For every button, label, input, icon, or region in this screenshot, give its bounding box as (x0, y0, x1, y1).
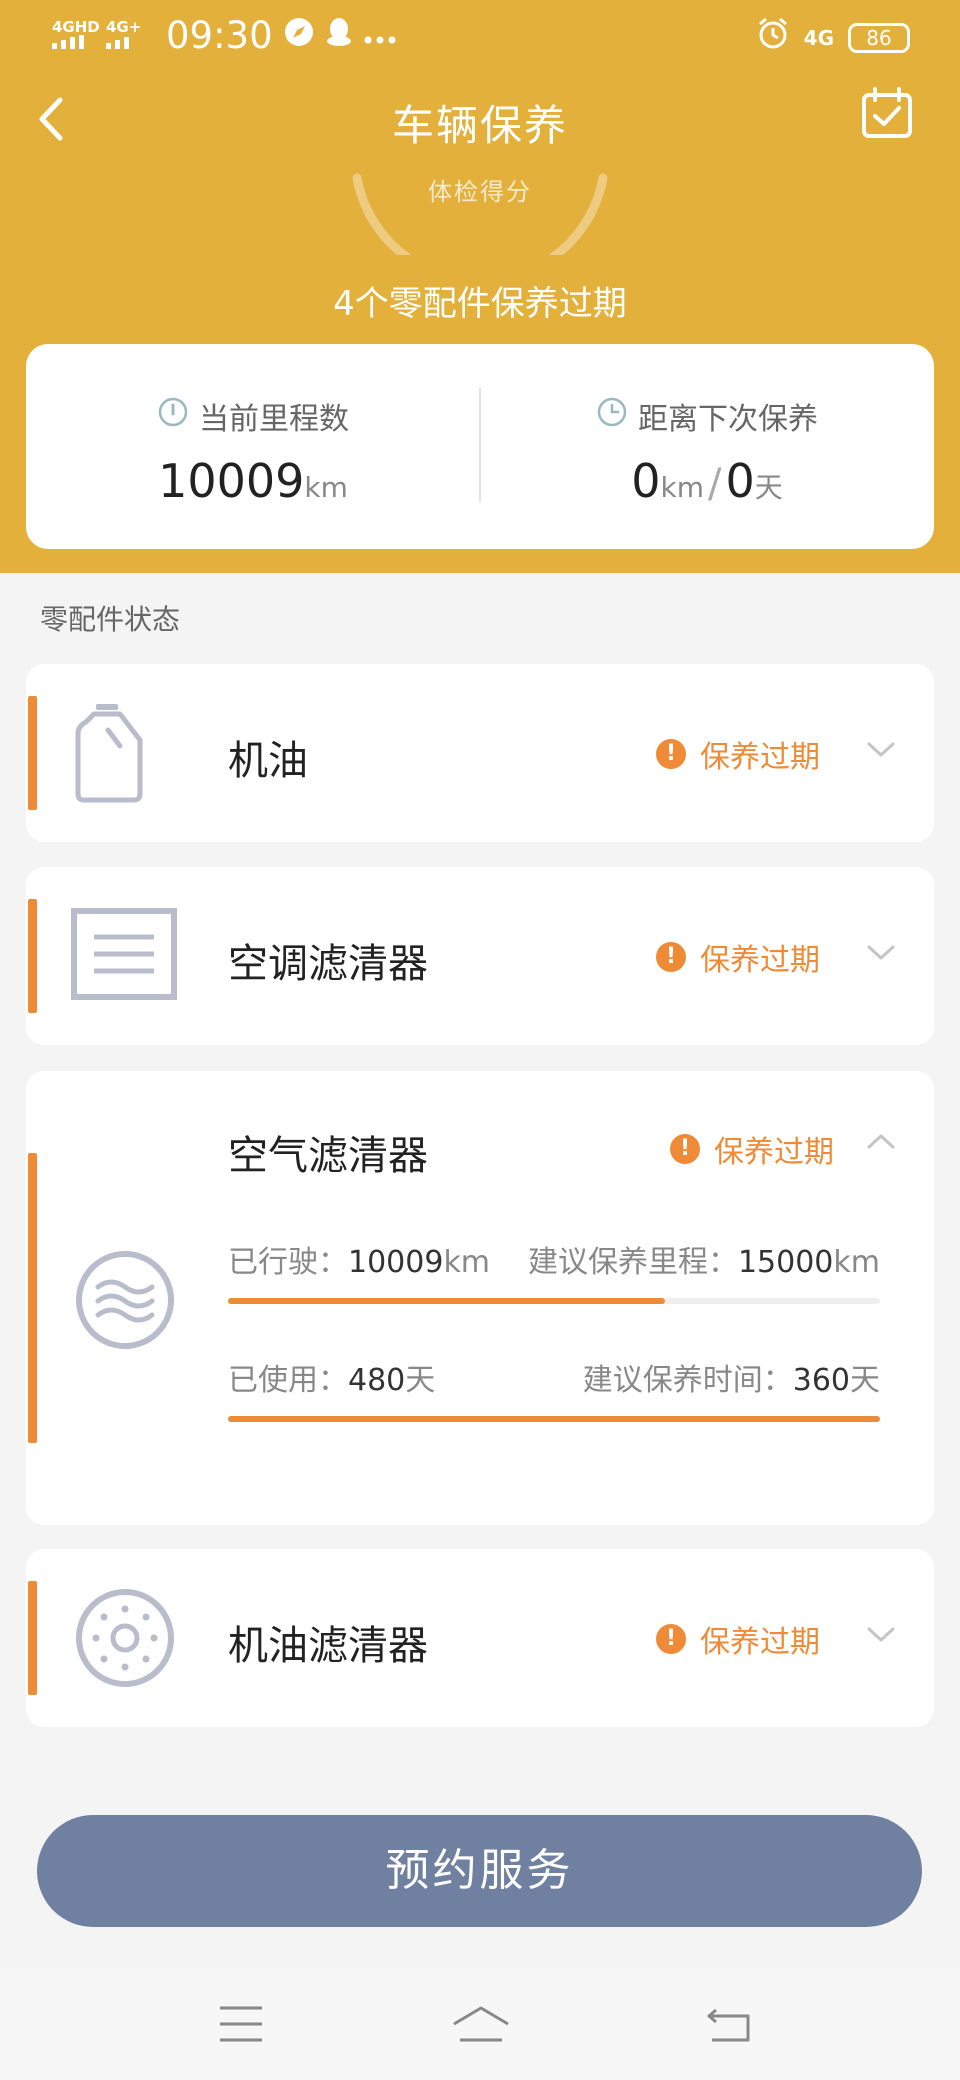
chevron-down-icon[interactable] (866, 943, 896, 963)
suggested-mileage: 建议保养里程：15000km (527, 1245, 880, 1280)
time-progress-track (228, 1416, 880, 1422)
book-service-button[interactable]: 预约服务 (37, 1815, 922, 1927)
part-card-oil[interactable]: 机油 ! 保养过期 (26, 664, 934, 842)
part-name: 空气滤清器 (228, 1133, 428, 1179)
mileage-detail-row: 已行驶：10009km 建议保养里程：15000km (228, 1237, 880, 1281)
warning-icon: ! (656, 739, 686, 769)
part-status: ! 保养过期 (656, 935, 820, 979)
gauge-label: 体检得分 (428, 178, 532, 206)
section-label: 零配件状态 (40, 603, 181, 636)
status-accent-bar (28, 899, 37, 1013)
air-filter-icon (74, 1249, 176, 1355)
status-bar: 4GHD 4G+ 09:30 4G 86 (0, 0, 960, 75)
battery-indicator: 86 (848, 22, 910, 53)
next-maintenance: 距离下次保养 0km/0天 (480, 394, 934, 508)
overdue-summary: 4个零配件保养过期 (333, 284, 627, 324)
oil-bottle-icon (70, 700, 150, 808)
next-days-unit: 天 (754, 471, 783, 504)
chevron-down-icon[interactable] (866, 1625, 896, 1645)
system-nav-bar (0, 1968, 960, 2080)
part-status: ! 保养过期 (656, 1617, 820, 1661)
signal-indicator-2: 4G+ (106, 19, 150, 52)
more-notifications-icon (363, 18, 397, 53)
next-km-unit: km (660, 471, 705, 504)
mileage-progress-fill (228, 1298, 665, 1304)
status-label: 保养过期 (714, 1135, 834, 1170)
clock-icon (596, 396, 628, 436)
mileage-value: 10009 (158, 454, 305, 508)
part-card-oil-filter[interactable]: 机油滤清器 ! 保养过期 (26, 1549, 934, 1727)
suggested-time: 建议保养时间：360天 (582, 1363, 880, 1398)
warning-icon: ! (656, 1624, 686, 1654)
part-status: ! 保养过期 (670, 1127, 834, 1171)
status-accent-bar (28, 1581, 37, 1695)
chevron-down-icon[interactable] (866, 740, 896, 760)
current-mileage: 当前里程数 10009km (26, 394, 480, 508)
oil-filter-icon (74, 1587, 176, 1693)
status-accent-bar (28, 696, 37, 810)
part-status: ! 保养过期 (656, 732, 820, 776)
part-card-air-filter[interactable]: 空气滤清器 ! 保养过期 已行驶：10009km 建议保养里程：15000km … (26, 1071, 934, 1525)
part-card-ac-filter[interactable]: 空调滤清器 ! 保养过期 (26, 867, 934, 1045)
status-time: 09:30 (166, 14, 273, 57)
status-accent-bar (28, 1153, 37, 1443)
next-km-value: 0 (631, 454, 661, 508)
status-label: 保养过期 (700, 1625, 820, 1660)
next-label: 距离下次保养 (638, 402, 818, 437)
part-name: 空调滤清器 (228, 941, 428, 987)
used-time: 已使用：480天 (228, 1363, 436, 1398)
menu-icon[interactable] (218, 2004, 264, 2044)
mileage-progress-track (228, 1298, 880, 1304)
gauge-icon (157, 396, 189, 436)
signal-indicator-1: 4GHD (52, 19, 100, 52)
warning-icon: ! (670, 1134, 700, 1164)
ac-filter-icon (70, 907, 178, 1005)
time-detail-row: 已使用：480天 建议保养时间：360天 (228, 1355, 880, 1399)
next-days-value: 0 (725, 454, 755, 508)
mileage-unit: km (304, 471, 348, 504)
part-name: 机油滤清器 (228, 1623, 428, 1669)
alarm-icon (756, 16, 790, 59)
mileage-stats-card: 当前里程数 10009km 距离下次保养 0km/0天 (26, 344, 934, 549)
compass-icon (283, 16, 315, 56)
home-icon[interactable] (450, 2004, 512, 2044)
status-label: 保养过期 (700, 943, 820, 978)
network-type: 4G (803, 25, 834, 50)
time-progress-fill (228, 1416, 880, 1422)
part-name: 机油 (228, 738, 308, 784)
warning-icon: ! (656, 942, 686, 972)
return-icon[interactable] (706, 2004, 754, 2044)
driven-distance: 已行驶：10009km (228, 1245, 491, 1280)
qq-penguin-icon (325, 16, 353, 56)
mileage-label: 当前里程数 (199, 402, 349, 437)
chevron-up-icon[interactable] (866, 1131, 896, 1151)
calendar-check-icon[interactable] (860, 86, 914, 140)
separator-slash: / (708, 461, 722, 507)
status-label: 保养过期 (700, 740, 820, 775)
